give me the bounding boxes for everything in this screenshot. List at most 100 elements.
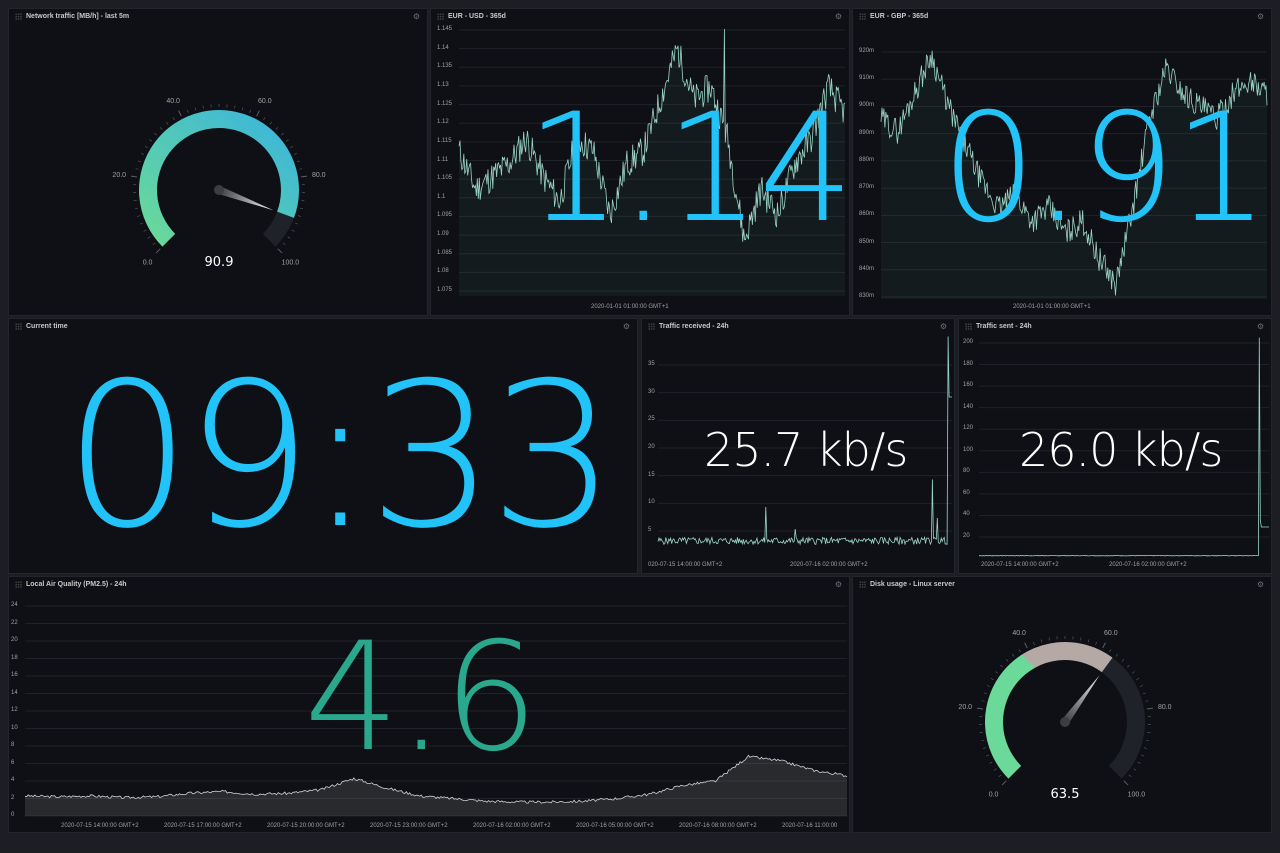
gauge-tick: [149, 139, 153, 142]
gauge-tick: [291, 229, 295, 232]
gauge-tick: [152, 242, 156, 246]
panel-eur-usd: EUR - USD - 365d ⚙ 1.145 1.14 1.135 1.13 1.1…: [430, 8, 850, 316]
traffic-received-chart: [657, 336, 952, 546]
gauge-tick: [977, 707, 984, 710]
panel-title[interactable]: Current time: [15, 323, 68, 330]
gauge-tick: [137, 160, 142, 163]
gauge-tick: [285, 139, 289, 142]
traffic-sent-chart: [978, 337, 1269, 557]
gauge-tick: [983, 747, 987, 749]
gear-icon[interactable]: ⚙: [622, 322, 631, 331]
gauge-tick: [1142, 692, 1147, 695]
x-tick-label: 2020-07-16 11:00:00: [782, 823, 838, 829]
gauge-tick: [1109, 649, 1112, 653]
gauge-value: 90.9: [205, 255, 234, 270]
gauge-tick: [1000, 664, 1003, 668]
gauge-tick: [135, 207, 139, 210]
gauge-tick: [1137, 761, 1141, 764]
gauge-tick: [1141, 754, 1145, 757]
gauge-tick: [1001, 780, 1007, 786]
panel-network-traffic: Network traffic [MB/h] - last 5m ⚙ 0.0 20…: [8, 8, 428, 316]
gauge-tick: [1033, 641, 1035, 645]
gauge-tick: [172, 117, 175, 121]
x-axis-label: 2020-01-01 01:00:00 GMT+1: [591, 304, 669, 310]
gauge-tick: [137, 215, 141, 217]
gauge-tick: [989, 761, 993, 764]
gauge-label: 60.0: [258, 98, 272, 105]
gauge-tick: [287, 236, 291, 239]
gauge-tick: [159, 127, 163, 130]
gauge-tick: [295, 222, 299, 225]
gauge-hub: [214, 185, 224, 195]
gauge-tick: [1102, 642, 1106, 649]
gauge-tick: [290, 145, 294, 149]
gauge-tick: [297, 215, 301, 217]
gauge-tick: [144, 145, 148, 149]
gauge-value-arc: [139, 110, 299, 247]
air-quality-chart: [24, 605, 848, 817]
gauge-needle: [1061, 675, 1100, 725]
gauge-tick: [293, 153, 297, 155]
gauge-tick: [281, 132, 284, 136]
x-tick-label: 2020-07-16 08:00:00 GMT+2: [679, 823, 757, 829]
gauge-tick: [1145, 700, 1149, 702]
x-tick-label: 2020-07-15 20:00:00 GMT+2: [267, 823, 345, 829]
gauge-tick: [1018, 649, 1021, 653]
gauge-tick: [993, 768, 997, 771]
gauge-tick: [1123, 780, 1129, 786]
x-tick-label: 2020-07-16 05:00:00 GMT+2: [576, 823, 654, 829]
gauge-tick: [263, 117, 266, 121]
x-tick-label: 2020-07-15 23:00:00 GMT+2: [370, 823, 448, 829]
current-time-value: 09:33: [64, 340, 616, 573]
gauge-tick: [1139, 685, 1143, 687]
panel-current-time: Current time ⚙ 09:33: [8, 318, 638, 574]
gauge-tick: [135, 168, 139, 170]
gauge-tick: [202, 105, 204, 109]
gauge-label: 60.0: [1104, 630, 1118, 637]
series-area: [25, 755, 847, 816]
eur-gbp-chart: [880, 50, 1268, 299]
gauge-tick: [985, 754, 989, 757]
series-area: [459, 29, 845, 296]
gauge-label: 20.0: [112, 172, 126, 179]
gauge-label: 80.0: [1158, 704, 1172, 711]
panel-traffic-received: Traffic received - 24h ⚙ 35 30 25 20 15 10 5 0…: [641, 318, 955, 574]
gauge-tick: [990, 677, 994, 681]
gauge-tick: [241, 107, 244, 111]
gauge-tick: [277, 248, 283, 254]
gauge-tick: [995, 671, 999, 674]
gauge-tick: [981, 700, 985, 702]
gauge-tick: [194, 107, 197, 111]
gauge-tick: [143, 229, 147, 232]
gauge-tick: [1131, 671, 1135, 674]
gauge-tick: [141, 153, 145, 155]
x-tick-label: 2020-07-15 17:00:00 GMT+2: [164, 823, 242, 829]
gauge-tick: [1012, 653, 1015, 657]
gauge-tick: [1128, 774, 1132, 778]
gauge-tick: [299, 168, 303, 170]
gauge-tick: [1024, 642, 1028, 649]
gauge-tick: [1080, 637, 1082, 641]
network-gauge: 0.0 20.0 40.0 60.0 80.0 100.0 90.9: [112, 98, 325, 270]
gauge-value-arc: [985, 642, 1113, 779]
x-axis-label: 2020-07-16 02:00:00 GMT+2: [790, 562, 868, 568]
gauge-tick: [187, 109, 189, 113]
series-area: [881, 50, 1267, 299]
drag-handle-icon[interactable]: [15, 323, 22, 330]
gauge-tick: [300, 175, 307, 178]
gauge-tick: [1095, 641, 1097, 645]
gauge-label: 20.0: [958, 704, 972, 711]
gauge-label: 0.0: [143, 259, 153, 266]
gauge-needle: [217, 186, 274, 211]
gauge-tick: [282, 242, 286, 246]
gauge-tick: [178, 110, 182, 117]
gauge-tick: [981, 739, 985, 742]
panel-eur-gbp: EUR - GBP - 365d ⚙ 920m 910m 900m 890m 880m 8…: [852, 8, 1272, 316]
eur-usd-chart: [458, 28, 846, 296]
gauge-tick: [1133, 768, 1137, 771]
gauge-tick: [1127, 664, 1130, 668]
gauge-tick: [234, 105, 236, 109]
series-line: [978, 337, 1269, 557]
gauge-tick: [249, 109, 251, 113]
gauge-tick: [1146, 707, 1153, 710]
